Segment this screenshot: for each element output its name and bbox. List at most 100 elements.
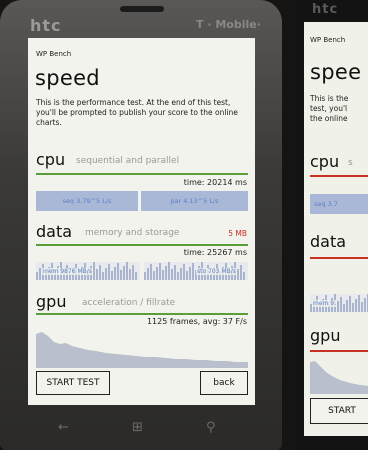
data-size: 5 MB [228, 229, 247, 238]
carrier-logo: T · Mobile· [196, 18, 261, 31]
graph-bar [147, 268, 149, 280]
cpu-section-title: cpu [310, 152, 340, 171]
graph-bar [186, 271, 188, 280]
graph-bar [105, 268, 107, 280]
graph-bar [150, 264, 152, 280]
graph-bar [183, 264, 185, 280]
graph-bar [117, 263, 119, 280]
graph-bar [129, 269, 131, 280]
cpu-seq-result: seq 3.79^5 L/s [36, 191, 138, 211]
app-name: WP Bench [36, 50, 72, 58]
start-test-label: START [328, 406, 356, 416]
page-title: spee [310, 60, 362, 84]
data-section-title: data [36, 222, 73, 241]
gpu-fps-area [36, 332, 248, 368]
graph-bar [111, 271, 113, 280]
graph-bar [120, 270, 122, 280]
search-icon[interactable]: ⚲ [206, 420, 216, 435]
graph-bar [346, 300, 348, 312]
data-section-subtitle: memory and storage [85, 228, 180, 238]
graph-bar [162, 270, 164, 280]
graph-bar [171, 269, 173, 280]
graph-bar [108, 264, 110, 280]
graph-bar [243, 272, 245, 280]
description-line: test, you'l [310, 104, 348, 113]
gpu-section-title: gpu [36, 292, 67, 311]
graph-bar [168, 262, 170, 280]
cpu-par-result: par 4.13^5 L/s [141, 191, 248, 211]
description-text: This is the performance test. At the end… [36, 98, 238, 127]
graph-bar [144, 272, 146, 280]
start-test-button[interactable]: START [310, 398, 368, 424]
htc-logo: htc [312, 2, 339, 17]
graph-bar [123, 266, 125, 280]
windows-start-icon[interactable]: ⊞ [132, 420, 143, 435]
graph-bar [192, 263, 194, 280]
phone-right: htc WP Bench spee This is the test, you'… [296, 0, 368, 450]
graph-bar [132, 265, 134, 280]
cpu-par-label: par 4.13^5 L/s [170, 197, 219, 205]
cpu-seq-result: seq 3.7 [310, 194, 368, 214]
gpu-section-title: gpu [310, 326, 341, 345]
graph-bar [189, 267, 191, 280]
gpu-frames: 1125 frames, avg: 37 F/s [146, 317, 247, 326]
graph-bar [237, 269, 239, 280]
gpu-fps-graph [310, 361, 368, 394]
description-line: the online [310, 114, 348, 123]
graph-bar [340, 297, 342, 312]
cpu-divider [310, 175, 368, 177]
data-memory-label: mem 9. [312, 300, 338, 307]
data-section-title: data [310, 232, 347, 251]
graph-bar [102, 272, 104, 280]
back-button[interactable]: back [200, 371, 248, 395]
data-divider [36, 244, 248, 246]
screen-left: WP Bench speed This is the performance t… [28, 38, 255, 405]
graph-bar [177, 272, 179, 280]
data-divider [310, 257, 368, 259]
htc-logo: htc [30, 16, 62, 35]
cpu-seq-label: seq 3.79^5 L/s [62, 197, 112, 205]
description-text: This is the test, you'l the online [310, 94, 348, 124]
start-test-label: START TEST [46, 378, 100, 388]
cpu-time: time: 20214 ms [183, 178, 247, 187]
data-time: time: 25267 ms [183, 248, 247, 257]
back-arrow-icon[interactable]: ← [58, 420, 69, 435]
back-label: back [213, 378, 235, 388]
gpu-divider [36, 313, 248, 315]
graph-bar [96, 269, 98, 280]
graph-bar [153, 271, 155, 280]
graph-bar [114, 267, 116, 280]
graph-bar [159, 263, 161, 280]
gpu-divider [310, 350, 368, 352]
data-memory-label: mem 9876 MB/s [42, 268, 93, 275]
graph-bar [39, 268, 41, 280]
graph-bar [355, 299, 357, 312]
description-line: This is the [310, 94, 349, 103]
cpu-section-subtitle: sequential and parallel [76, 156, 180, 166]
graph-bar [93, 262, 95, 280]
graph-bar [180, 268, 182, 280]
graph-bar [174, 265, 176, 280]
app-name: WP Bench [310, 36, 346, 44]
cpu-seq-label: seq 3.7 [314, 200, 338, 208]
graph-bar [135, 272, 137, 280]
graph-bar [352, 303, 354, 312]
cpu-divider [36, 173, 248, 175]
graph-bar [349, 296, 351, 312]
graph-bar [156, 267, 158, 280]
gpu-fps-graph [36, 332, 248, 368]
start-test-button[interactable]: START TEST [36, 371, 110, 395]
cpu-section-subtitle: s [348, 158, 353, 168]
screen-right: WP Bench spee This is the test, you'l th… [304, 22, 368, 436]
graph-bar [358, 295, 360, 312]
graph-bar [126, 262, 128, 280]
speaker-grille [120, 6, 164, 12]
graph-bar [99, 265, 101, 280]
graph-bar [165, 266, 167, 280]
data-storage-label: sto 703 MB/s [196, 268, 237, 275]
gpu-section-subtitle: acceleration / fillrate [82, 298, 176, 308]
phone-left: htc T · Mobile· WP Bench speed This is t… [0, 0, 282, 450]
cpu-section-title: cpu [36, 150, 66, 169]
gpu-fps-area [310, 361, 368, 394]
graph-bar [361, 302, 363, 312]
